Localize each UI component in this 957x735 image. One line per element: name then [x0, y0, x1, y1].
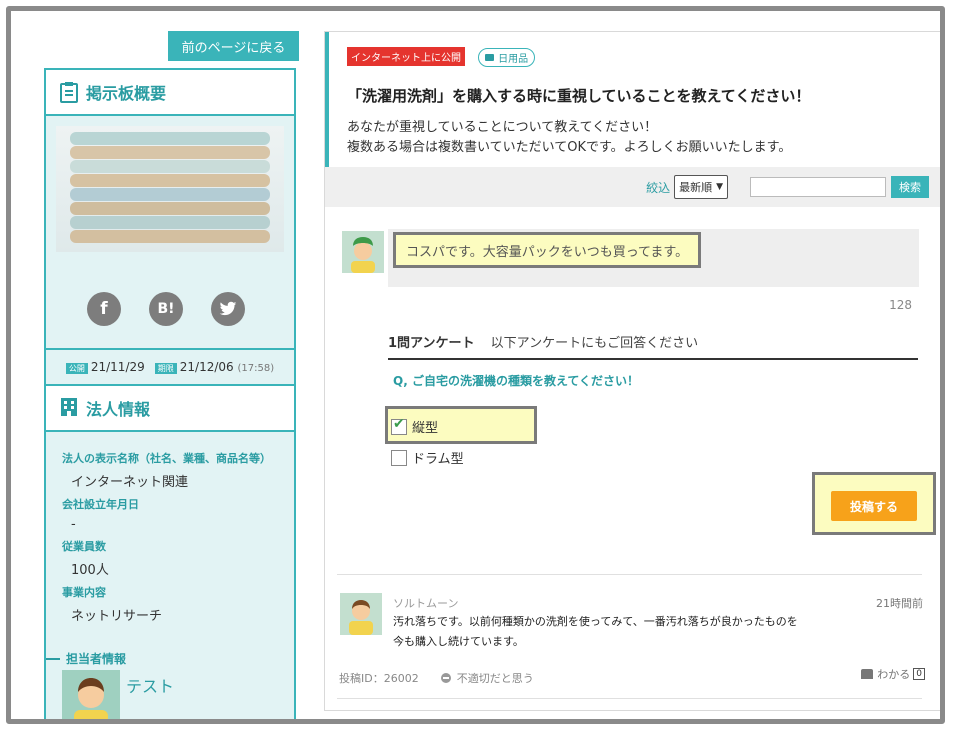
corp-field-label: 法人の表示名称（社名、業種、商品名等）: [62, 452, 271, 465]
answer-author[interactable]: ソルトムーン: [393, 595, 458, 611]
chevron-down-icon: ▼: [716, 182, 723, 192]
sidebar: 掲示板概要 f B! 公開 21/11/29 期限 21/12/06 (17:58): [44, 68, 296, 719]
divider: [337, 574, 922, 575]
search-input[interactable]: [750, 177, 886, 197]
thumbnail-area: f B!: [46, 116, 294, 350]
answer-text: 汚れ落ちです。以前何種類かの洗剤を使ってみて、一番汚れ落ちが良かったものを 今も…: [393, 615, 798, 648]
screenshot-frame: 前のページに戻る 掲示板概要 f B! 公開 21/11/29 期限 21/12…: [6, 6, 945, 724]
answer-meta: 投稿ID：26002 不適切だと思う: [339, 670, 534, 686]
contact-header: 担当者情報: [46, 650, 126, 667]
post-button[interactable]: 投稿する: [831, 491, 917, 521]
published-date: 公開 21/11/29: [65, 360, 145, 374]
minus-circle-icon: [440, 673, 451, 683]
checkbox-unchecked[interactable]: [391, 449, 407, 466]
check-icon: ✔: [393, 415, 405, 432]
question-title: 「洗濯用洗剤」を購入する時に重視していることを教えてください！: [347, 87, 811, 105]
contact-avatar: [62, 670, 120, 719]
char-counter: 128: [889, 298, 912, 312]
corp-field-label: 従業員数: [62, 540, 106, 553]
contact-name[interactable]: テスト: [126, 673, 174, 697]
answer-avatar: [340, 593, 382, 635]
corp-info: 法人の表示名称（社名、業種、商品名等） インターネット関連 会社設立年月日 - …: [46, 432, 294, 636]
date-row: 公開 21/11/29 期限 21/12/06 (17:58): [46, 350, 294, 386]
back-button[interactable]: 前のページに戻る: [168, 31, 299, 61]
corp-field-value: 100人: [71, 563, 109, 578]
survey-note: 以下アンケートにもご回答ください: [490, 336, 699, 351]
contact-title: 担当者情報: [66, 652, 127, 666]
corp-title: 法人情報: [86, 400, 151, 419]
like-button[interactable]: わかる 0: [861, 666, 925, 682]
answer-time: 21時間前: [876, 597, 923, 610]
survey-header: 1問アンケート 以下アンケートにもご回答ください: [388, 332, 918, 360]
towel-image: [56, 126, 284, 252]
corp-field-label: 事業内容: [62, 586, 106, 599]
sort-select[interactable]: 最新順 ▼: [674, 175, 728, 199]
main-content: インターネット上に公開 日用品 「洗濯用洗剤」を購入する時に重視していることを教…: [324, 31, 940, 711]
visibility-badge: インターネット上に公開: [347, 47, 465, 66]
hatena-bookmark-icon[interactable]: B!: [149, 292, 183, 326]
filter-label: 絞込: [646, 180, 671, 195]
overview-header: 掲示板概要: [46, 70, 294, 116]
twitter-icon[interactable]: [211, 292, 245, 326]
overview-title: 掲示板概要: [86, 84, 167, 103]
report-link[interactable]: 不適切だと思う: [440, 670, 534, 686]
question-card: インターネット上に公開 日用品 「洗濯用洗剤」を購入する時に重視していることを教…: [325, 32, 940, 167]
like-count: 0: [913, 668, 925, 680]
divider: [337, 698, 922, 699]
corp-field-value: インターネット関連: [71, 475, 189, 490]
user-avatar: [342, 231, 384, 273]
survey-question: Q, ご自宅の洗濯機の種類を教えてください！: [393, 374, 639, 388]
deadline-date: 期限 21/12/06 (17:58): [154, 360, 274, 374]
survey-title: 1問アンケート: [388, 336, 475, 351]
building-icon: [60, 397, 80, 419]
search-button[interactable]: 検索: [891, 176, 929, 198]
folder-icon: [485, 54, 495, 61]
facebook-icon[interactable]: f: [87, 292, 121, 326]
thumbs-up-icon: [861, 669, 874, 679]
corp-field-label: 会社設立年月日: [62, 498, 139, 511]
clipboard-icon: [60, 81, 80, 103]
option-vertical[interactable]: ✔ 縦型: [391, 415, 438, 436]
post-id: 投稿ID：26002: [339, 672, 419, 685]
comment-text: コスパです。大容量パックをいつも買ってます。: [393, 232, 701, 268]
checkbox-checked[interactable]: ✔: [391, 415, 407, 435]
filter-bar: 絞込 最新順 ▼ 検索: [325, 167, 940, 207]
corp-field-value: -: [71, 517, 76, 532]
category-badge[interactable]: 日用品: [478, 48, 536, 67]
corp-field-value: ネットリサーチ: [71, 609, 163, 624]
option-drum[interactable]: ドラム型: [391, 448, 464, 467]
question-description: あなたが重視していることについて教えてください！ 複数ある場合は複数書いていただ…: [347, 120, 792, 155]
corp-header: 法人情報: [46, 386, 294, 432]
